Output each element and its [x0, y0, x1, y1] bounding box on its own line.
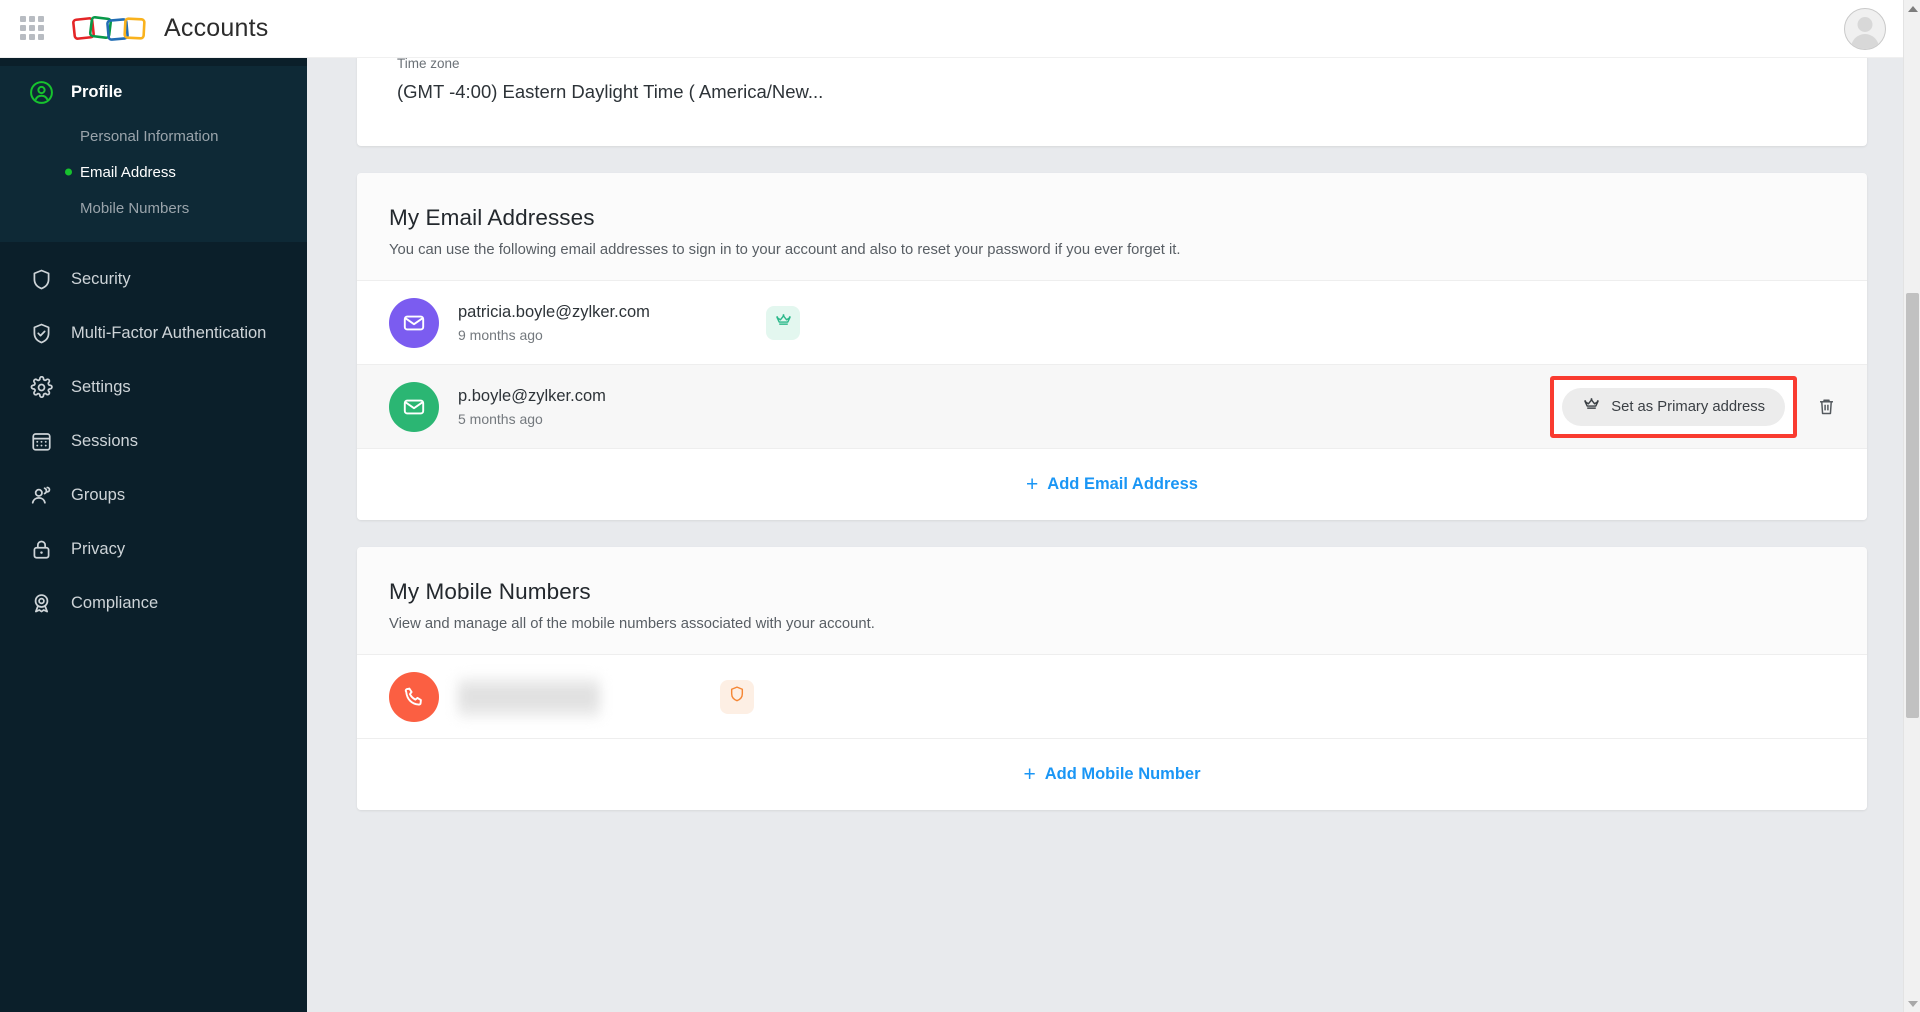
scrollbar-thumb[interactable] — [1906, 293, 1919, 718]
mobile-section-description: View and manage all of the mobile number… — [389, 616, 875, 632]
add-email-address-label: Add Email Address — [1047, 475, 1198, 493]
sidebar-subitem-label: Email Address — [80, 163, 176, 181]
sidebar-item-label: Groups — [71, 485, 126, 504]
email-age-value: 5 months ago — [458, 410, 543, 427]
sidebar-subitem-label: Mobile Numbers — [80, 199, 190, 217]
shield-icon — [728, 685, 746, 708]
avatar-body — [1851, 34, 1879, 49]
sidebar-item-label: Sessions — [71, 431, 138, 450]
sidebar-item-profile[interactable]: Profile — [0, 66, 307, 118]
sidebar-subitem-label: Personal Information — [80, 127, 219, 145]
status-badge — [720, 679, 754, 714]
sidebar-item-label: Settings — [71, 377, 131, 396]
main-content: Time zone (GMT -4:00) Eastern Daylight T… — [307, 58, 1920, 1012]
trash-icon[interactable] — [1813, 394, 1839, 420]
table-row[interactable]: patricia.boyle@zylker.com 9 months ago — [357, 280, 1867, 364]
sidebar-item-multi-factor-authentication[interactable]: Multi-Factor Authentication — [0, 306, 307, 360]
avatar[interactable] — [1844, 8, 1886, 50]
shield-icon — [28, 266, 54, 292]
plus-icon: + — [1023, 763, 1036, 786]
award-badge-icon — [28, 590, 54, 616]
timezone-value[interactable]: (GMT -4:00) Eastern Daylight Time ( Amer… — [397, 81, 1827, 103]
email-address-value: patricia.boyle@zylker.com — [458, 302, 650, 321]
sidebar-item-label: Multi-Factor Authentication — [71, 323, 267, 342]
phone-icon — [389, 671, 439, 722]
users-icon — [28, 482, 54, 508]
table-row[interactable] — [357, 654, 1867, 738]
add-email-row[interactable]: + Add Email Address — [357, 448, 1867, 520]
email-row-text: patricia.boyle@zylker.com 9 months ago — [458, 303, 748, 343]
grid-apps-icon[interactable] — [20, 15, 46, 42]
email-avatar-icon — [389, 381, 439, 432]
set-as-primary-label: Set as Primary address — [1611, 398, 1765, 415]
accounts-app: Accounts Profile Personal Information Em… — [0, 0, 1920, 1012]
zoho-squares-logo[interactable] — [72, 12, 150, 46]
primary-badge-slot — [766, 305, 806, 340]
sidebar: Profile Personal Information Email Addre… — [0, 58, 307, 1012]
email-age-value: 9 months ago — [458, 326, 543, 343]
lock-icon — [28, 536, 54, 562]
crown-icon — [1582, 395, 1601, 418]
sidebar-item-privacy[interactable]: Privacy — [0, 522, 307, 576]
gear-icon — [28, 374, 54, 400]
add-mobile-row[interactable]: + Add Mobile Number — [357, 738, 1867, 810]
sidebar-item-sessions[interactable]: Sessions — [0, 414, 307, 468]
sidebar-item-label: Privacy — [71, 539, 126, 558]
sidebar-item-email-address[interactable]: Email Address — [0, 154, 307, 190]
mobile-numbers-card: My Mobile Numbers View and manage all of… — [357, 547, 1867, 810]
shield-check-icon — [28, 320, 54, 346]
mobile-section-title: My Mobile Numbers — [389, 579, 591, 604]
add-mobile-number-label: Add Mobile Number — [1044, 765, 1201, 783]
sidebar-item-personal-information[interactable]: Personal Information — [0, 118, 307, 154]
table-row[interactable]: p.boyle@zylker.com 5 months ago Set as P… — [357, 364, 1867, 448]
sidebar-item-label: Profile — [71, 82, 123, 101]
email-section-description: You can use the following email addresse… — [389, 242, 1181, 258]
sidebar-item-settings[interactable]: Settings — [0, 360, 307, 414]
sidebar-item-label: Security — [71, 269, 131, 288]
sidebar-item-mobile-numbers[interactable]: Mobile Numbers — [0, 190, 307, 226]
page-scrollbar[interactable] — [1903, 0, 1920, 1012]
caret-down-icon[interactable] — [1904, 995, 1920, 1012]
timezone-label: Time zone — [397, 58, 460, 71]
sidebar-group-profile: Profile Personal Information Email Addre… — [0, 66, 307, 242]
add-mobile-number-button[interactable]: + Add Mobile Number — [1023, 764, 1200, 785]
timezone-card: Time zone (GMT -4:00) Eastern Daylight T… — [357, 58, 1867, 146]
set-as-primary-button[interactable]: Set as Primary address — [1562, 387, 1785, 426]
highlight-box: Set as Primary address — [1550, 375, 1797, 438]
mobile-number-value-redacted — [458, 676, 600, 717]
user-circle-icon — [28, 79, 54, 105]
body-wrapper: Profile Personal Information Email Addre… — [0, 58, 1920, 1012]
add-email-address-button[interactable]: + Add Email Address — [1026, 474, 1198, 495]
plus-icon: + — [1026, 473, 1039, 496]
sidebar-item-groups[interactable]: Groups — [0, 468, 307, 522]
email-addresses-card: My Email Addresses You can use the follo… — [357, 173, 1867, 520]
crown-icon — [774, 311, 793, 335]
email-section-header: My Email Addresses You can use the follo… — [357, 173, 1867, 280]
verified-badge-slot — [720, 679, 760, 714]
avatar-head — [1857, 17, 1873, 32]
caret-up-icon[interactable] — [1904, 0, 1920, 17]
calendar-grid-icon — [28, 428, 54, 454]
status-badge — [766, 305, 800, 340]
sidebar-item-compliance[interactable]: Compliance — [0, 576, 307, 630]
top-bar: Accounts — [0, 0, 1920, 58]
sidebar-subnav: Personal Information Email Address Mobil… — [0, 118, 307, 242]
sidebar-item-security[interactable]: Security — [0, 252, 307, 306]
email-section-title: My Email Addresses — [389, 205, 595, 230]
page-title: Accounts — [164, 14, 269, 42]
email-row-text: p.boyle@zylker.com 5 months ago — [458, 387, 748, 427]
email-avatar-icon — [389, 297, 439, 348]
email-address-value: p.boyle@zylker.com — [458, 386, 606, 405]
mobile-section-header: My Mobile Numbers View and manage all of… — [357, 547, 1867, 654]
email-row-actions: Set as Primary address — [1550, 375, 1839, 438]
sidebar-item-label: Compliance — [71, 593, 159, 612]
